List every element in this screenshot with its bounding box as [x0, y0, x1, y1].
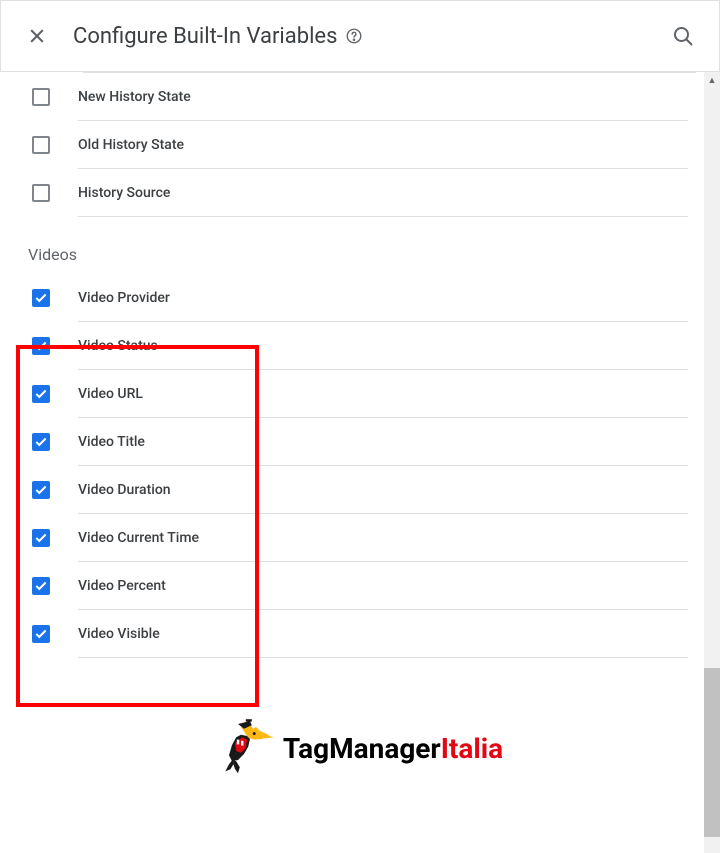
check-icon	[34, 627, 48, 641]
variable-row-new-history-state[interactable]: New History State	[24, 73, 696, 121]
variable-row-video-visible[interactable]: Video Visible	[24, 610, 696, 658]
variable-label: History Source	[78, 169, 688, 217]
check-icon	[34, 435, 48, 449]
close-button[interactable]	[25, 24, 49, 48]
variable-label: Video Status	[78, 322, 688, 370]
check-icon	[34, 339, 48, 353]
search-icon	[671, 24, 695, 48]
checkbox-video-duration[interactable]	[32, 481, 50, 499]
variable-label: Video Visible	[78, 610, 688, 658]
checkbox-video-current-time[interactable]	[32, 529, 50, 547]
checkbox-video-provider[interactable]	[32, 289, 50, 307]
scroll-up-arrow-icon[interactable]: ▲	[704, 72, 720, 88]
variable-row-video-url[interactable]: Video URL	[24, 370, 696, 418]
checkbox-video-title[interactable]	[32, 433, 50, 451]
scrollbar-thumb[interactable]	[704, 668, 720, 837]
help-icon[interactable]	[345, 27, 363, 45]
checkbox-history-source[interactable]	[32, 184, 50, 202]
checkbox-video-url[interactable]	[32, 385, 50, 403]
checkbox-old-history-state[interactable]	[32, 136, 50, 154]
check-icon	[34, 579, 48, 593]
variable-row-video-duration[interactable]: Video Duration	[24, 466, 696, 514]
variable-row-video-current-time[interactable]: Video Current Time	[24, 514, 696, 562]
search-button[interactable]	[671, 24, 695, 48]
logo-text: TagManagerItalia	[283, 732, 503, 765]
logo-part1: TagManager	[283, 732, 441, 765]
variable-label: Video Provider	[78, 274, 688, 322]
check-icon	[34, 387, 48, 401]
check-icon	[34, 531, 48, 545]
logo-area: TagManagerItalia	[24, 658, 696, 818]
check-icon	[34, 291, 48, 305]
variable-row-video-provider[interactable]: Video Provider	[24, 274, 696, 322]
variable-row-old-history-state[interactable]: Old History State	[24, 121, 696, 169]
checkbox-video-status[interactable]	[32, 337, 50, 355]
variable-row-video-title[interactable]: Video Title	[24, 418, 696, 466]
variable-row-history-source[interactable]: History Source	[24, 169, 696, 217]
checkbox-new-history-state[interactable]	[32, 88, 50, 106]
variable-row-video-percent[interactable]: Video Percent	[24, 562, 696, 610]
dialog-header: Configure Built-In Variables	[0, 0, 720, 72]
dialog-title: Configure Built-In Variables	[73, 24, 671, 49]
woodpecker-icon	[217, 718, 277, 778]
check-icon	[34, 483, 48, 497]
variable-row-video-status[interactable]: Video Status	[24, 322, 696, 370]
variable-label: Video Title	[78, 418, 688, 466]
variable-label: Video Percent	[78, 562, 688, 610]
checkbox-video-visible[interactable]	[32, 625, 50, 643]
variable-label: Old History State	[78, 121, 688, 169]
title-text: Configure Built-In Variables	[73, 24, 337, 49]
checkbox-video-percent[interactable]	[32, 577, 50, 595]
logo-part2: Italia	[441, 732, 503, 765]
content-area: New History State Old History State Hist…	[0, 72, 720, 853]
section-title-videos: Videos	[24, 217, 696, 274]
variable-label: Video Duration	[78, 466, 688, 514]
variable-label: New History State	[78, 73, 688, 121]
variable-label: Video URL	[78, 370, 688, 418]
variable-label: Video Current Time	[78, 514, 688, 562]
scrollbar[interactable]: ▲	[704, 72, 720, 853]
close-icon	[27, 26, 47, 46]
